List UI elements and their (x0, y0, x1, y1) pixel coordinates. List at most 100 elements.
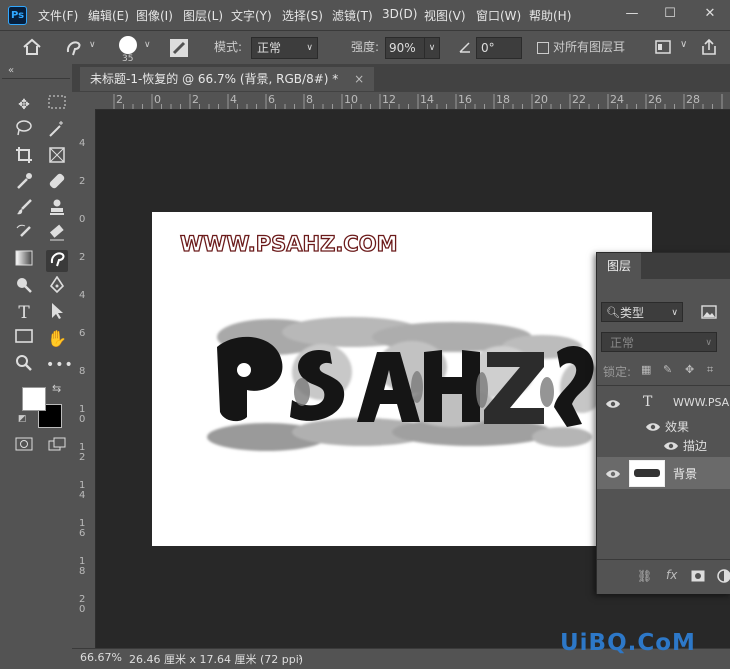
lock-image-icon[interactable]: ✎ (663, 363, 672, 376)
strength-value: 90% (389, 41, 416, 55)
rectangle-tool-icon[interactable] (13, 328, 35, 350)
move-tool-icon[interactable]: ✥ (13, 94, 35, 116)
menu-3d[interactable]: 3D(D) (382, 7, 417, 21)
menu-type[interactable]: 文字(Y) (231, 7, 272, 24)
fx-icon[interactable]: fx (666, 568, 677, 582)
healing-brush-icon[interactable] (46, 172, 68, 194)
stroke-effect-row[interactable]: 描边 (597, 436, 730, 454)
ruler-top-label: 8 (306, 93, 313, 106)
effect-text-art (207, 317, 637, 451)
sample-all-layers-checkbox[interactable] (537, 42, 549, 54)
path-selection-icon[interactable] (46, 302, 68, 324)
brush-preview-icon[interactable] (119, 36, 137, 54)
lock-transparent-icon[interactable]: ▦ (641, 363, 651, 376)
visibility-eye-icon[interactable] (605, 397, 621, 411)
layer-name[interactable]: WWW.PSAH (673, 396, 730, 409)
ruler-left-label: 0 (79, 214, 86, 225)
menu-help[interactable]: 帮助(H) (529, 7, 571, 24)
zoom-tool-icon[interactable] (13, 354, 35, 376)
home-icon[interactable] (22, 38, 42, 56)
swap-colors-icon[interactable]: ⇆ (52, 382, 61, 395)
maximize-button[interactable]: ☐ (660, 4, 680, 24)
layer-name[interactable]: 背景 (673, 465, 697, 482)
layer-row-background[interactable]: 背景 (597, 457, 730, 489)
menu-select[interactable]: 选择(S) (282, 7, 323, 24)
brush-picker-chevron-icon[interactable]: ∨ (144, 40, 151, 50)
eraser-tool-icon[interactable] (46, 224, 68, 246)
menu-file[interactable]: 文件(F) (38, 7, 78, 24)
layer-filter-select[interactable]: 🔍︎ 类型 ∨ (601, 302, 683, 322)
magic-wand-icon[interactable] (46, 120, 68, 142)
more-tools-icon[interactable]: ••• (46, 354, 73, 376)
default-colors-icon[interactable]: ◩ (18, 414, 27, 424)
add-mask-icon[interactable] (691, 570, 705, 582)
link-layers-icon[interactable]: ⛓︎ (637, 569, 652, 583)
strength-input[interactable]: 90% (385, 37, 428, 59)
gradient-tool-icon[interactable] (13, 250, 35, 272)
layer-effects-row[interactable]: 效果 (597, 417, 730, 435)
stroke-eye-icon[interactable] (663, 439, 679, 453)
angle-input[interactable]: 0° (476, 37, 522, 59)
zoom-level[interactable]: 66.67% (80, 651, 122, 664)
ruler-top-label: 26 (648, 93, 662, 106)
screen-mode-icon[interactable] (46, 436, 68, 458)
lock-position-icon[interactable]: ✥ (685, 363, 694, 376)
lock-artboard-icon[interactable]: ⌗ (707, 363, 713, 377)
horizontal-ruler[interactable]: 2 0 2 4 6 8 10 12 14 16 18 20 22 24 26 28 (96, 92, 730, 110)
type-tool-icon[interactable]: T (13, 302, 35, 324)
crop-tool-icon[interactable] (13, 146, 35, 168)
visibility-eye-icon[interactable] (605, 467, 621, 481)
minimize-button[interactable]: — (622, 4, 642, 24)
tool-preset-chevron-icon[interactable]: ∨ (89, 40, 96, 50)
mode-select[interactable]: 正常 ∨ (251, 37, 318, 59)
history-brush-icon[interactable] (13, 224, 35, 246)
lock-label: 锁定: (603, 365, 632, 379)
brush-tool-icon[interactable] (13, 198, 35, 220)
ruler-left-label: 14 (79, 480, 86, 501)
smudge-tool-icon[interactable] (64, 38, 84, 58)
brush-settings-icon[interactable] (169, 38, 189, 58)
marquee-tool-icon[interactable] (46, 94, 68, 116)
strength-chevron-icon[interactable]: ∨ (424, 37, 440, 59)
close-tab-icon[interactable]: × (354, 72, 364, 86)
ruler-top-label: 18 (496, 93, 510, 106)
pen-tool-icon[interactable] (46, 275, 68, 298)
ruler-top-label: 4 (230, 93, 237, 106)
menu-image[interactable]: 图像(I) (136, 7, 173, 24)
layer-row-text[interactable]: T WWW.PSAH (597, 388, 730, 418)
quick-mask-icon[interactable] (13, 436, 35, 458)
foreground-color-swatch[interactable] (22, 387, 46, 411)
close-button[interactable]: ✕ (700, 4, 720, 24)
image-filter-icon[interactable] (701, 305, 717, 319)
layers-tab[interactable]: 图层 (597, 253, 642, 279)
adjustment-layer-icon[interactable] (717, 569, 730, 583)
stroke-label: 描边 (683, 439, 708, 453)
ruler-top-label: 28 (686, 93, 700, 106)
menu-layer[interactable]: 图层(L) (183, 7, 223, 24)
photoshop-logo[interactable]: Ps (8, 6, 27, 25)
menu-edit[interactable]: 编辑(E) (88, 7, 129, 24)
collapse-toolbar-icon[interactable]: « (8, 65, 14, 76)
menu-view[interactable]: 视图(V) (424, 7, 466, 24)
document-canvas[interactable]: WWW.PSAHZ.COM (152, 212, 652, 546)
ruler-left-label: 18 (79, 556, 86, 577)
blend-mode-select[interactable]: 正常 ∨ (601, 332, 717, 352)
smudge-tool-icon[interactable] (46, 250, 68, 272)
panel-icon[interactable] (655, 40, 671, 54)
ruler-left-label: 2 (79, 252, 86, 263)
vertical-ruler[interactable]: 4202468101214161820 (78, 109, 96, 649)
panel-chevron-icon[interactable]: ∨ (680, 39, 687, 50)
share-icon[interactable] (700, 38, 718, 56)
canvas-watermark-text: WWW.PSAHZ.COM (179, 231, 398, 256)
eyedropper-icon[interactable] (13, 172, 35, 194)
menu-window[interactable]: 窗口(W) (476, 7, 521, 24)
menu-filter[interactable]: 滤镜(T) (332, 7, 373, 24)
effects-eye-icon[interactable] (645, 420, 661, 434)
dodge-tool-icon[interactable] (13, 276, 35, 298)
status-arrow-icon[interactable]: › (298, 650, 303, 664)
document-tab[interactable]: 未标题-1-恢复的 @ 66.7% (背景, RGB/8#) * × (80, 67, 375, 91)
hand-tool-icon[interactable]: ✋ (46, 328, 68, 350)
stamp-tool-icon[interactable] (46, 198, 68, 220)
frame-tool-icon[interactable] (46, 146, 68, 168)
lasso-tool-icon[interactable] (13, 120, 35, 142)
